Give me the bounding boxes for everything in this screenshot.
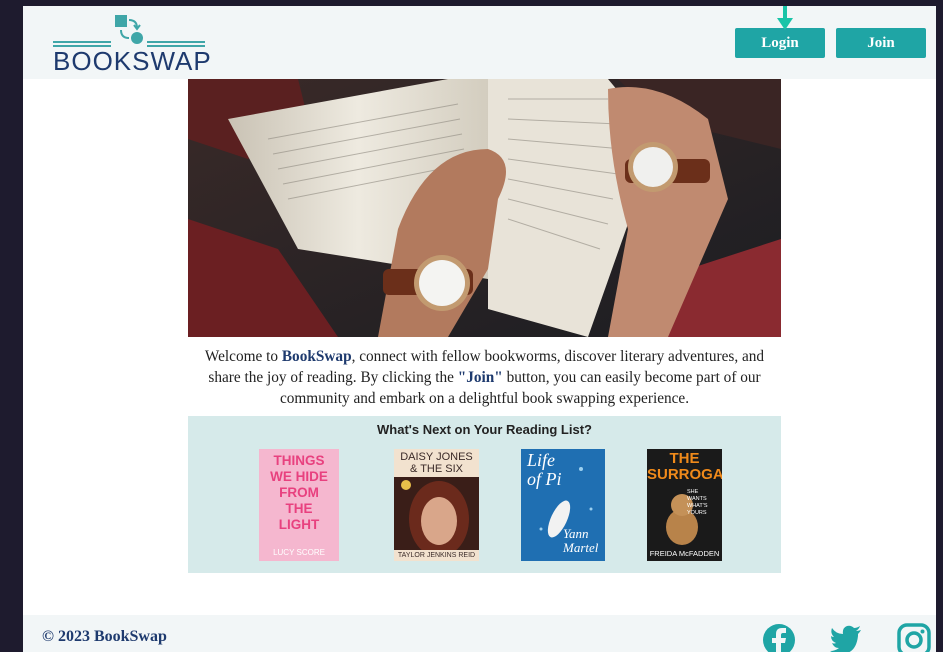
- book-2-title-line: DAISY JONES: [400, 451, 473, 463]
- logo-text: BOOKSWAP: [53, 46, 212, 76]
- book-cover-things-we-hide[interactable]: THINGS WE HIDE FROM THE LIGHT LUCY SCORE: [259, 449, 339, 561]
- intro-part-1: Welcome to: [204, 348, 282, 365]
- pointer-arrow-icon: [777, 6, 793, 30]
- twitter-icon[interactable]: [829, 623, 863, 652]
- page: BOOKSWAP Login Join Welcome to BookSwap,…: [23, 6, 936, 652]
- book-4-title-line: THE: [669, 450, 700, 467]
- book-cover-daisy-jones[interactable]: DAISY JONES & THE SIX TAYLOR JENKINS REI…: [394, 449, 479, 561]
- hero-image: [188, 79, 781, 337]
- join-button[interactable]: Join: [836, 28, 926, 58]
- instagram-icon[interactable]: [897, 623, 931, 652]
- book-2-author: TAYLOR JENKINS REID: [394, 550, 479, 561]
- book-cover-life-of-pi[interactable]: Life of Pi Yann Martel: [521, 449, 605, 561]
- site-header: BOOKSWAP Login Join: [23, 6, 936, 79]
- book-1-author: LUCY SCORE: [273, 548, 325, 557]
- book-1-title-line: FROM: [279, 485, 319, 500]
- intro-text: Welcome to BookSwap, connect with fellow…: [188, 346, 781, 409]
- book-4-title-line: SURROGATE: [647, 466, 722, 483]
- book-1-title-line: WE HIDE: [270, 469, 328, 484]
- book-3-author-line: Martel: [563, 540, 599, 555]
- intro-brand: BookSwap: [281, 348, 352, 365]
- book-3-title-line: Life: [527, 450, 556, 470]
- book-4-author: FREIDA McFADDEN: [649, 549, 720, 558]
- book-3-author-line: Yann: [563, 526, 589, 541]
- reading-list-title: What's Next on Your Reading List?: [377, 422, 592, 437]
- book-2-title-line: & THE SIX: [410, 463, 463, 475]
- intro-join: "Join": [457, 369, 503, 386]
- facebook-icon[interactable]: [762, 623, 796, 652]
- reading-list-section: What's Next on Your Reading List? THINGS…: [188, 416, 781, 573]
- book-3-title-line: of Pi: [527, 469, 562, 489]
- book-1-title-line: THINGS: [273, 453, 325, 468]
- book-cover-the-surrogate[interactable]: THE SURROGATE SHE WANTS WHAT'S YOURS FRE…: [647, 449, 722, 561]
- copyright-text: © 2023 BookSwap: [42, 628, 167, 645]
- book-1-title-line: LIGHT: [278, 517, 320, 532]
- bookswap-logo[interactable]: BOOKSWAP: [53, 14, 213, 74]
- site-footer: © 2023 BookSwap: [23, 615, 936, 652]
- book-4-subtitle: SHE WANTS WHAT'S YOURS: [687, 489, 708, 516]
- book-1-title-line: THE: [285, 501, 313, 516]
